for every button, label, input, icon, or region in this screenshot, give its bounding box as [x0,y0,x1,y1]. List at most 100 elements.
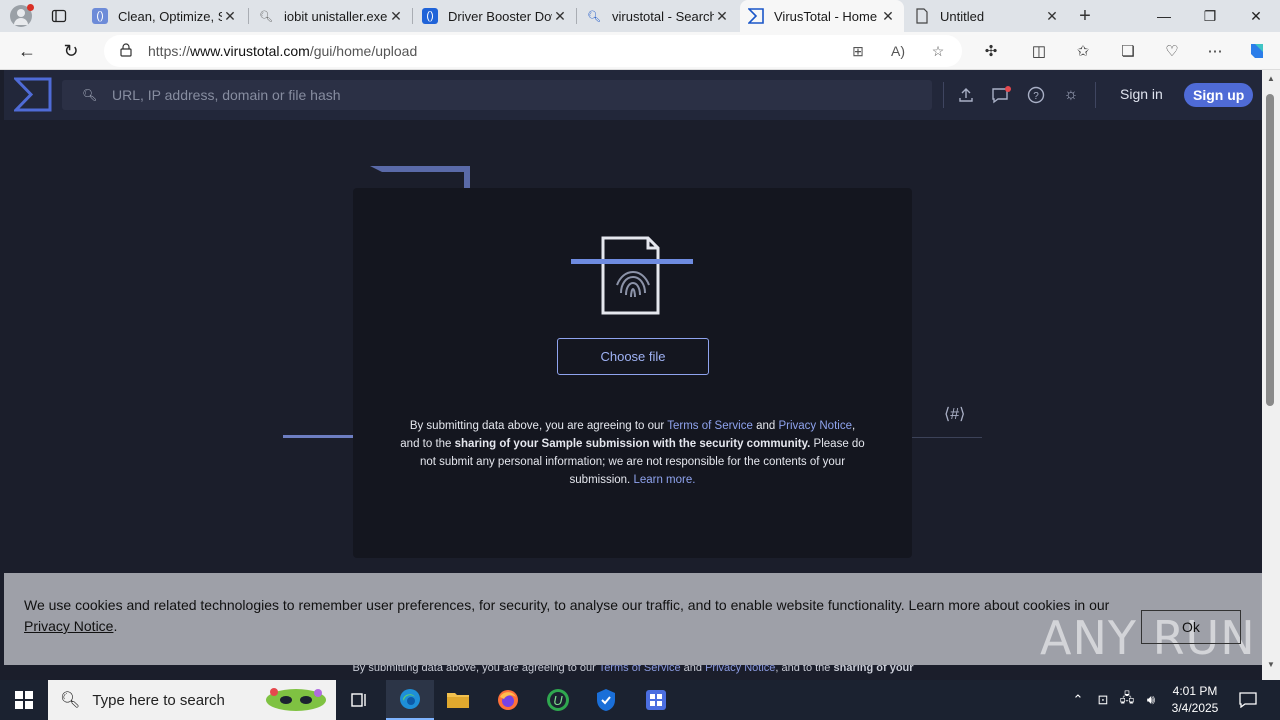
sign-up-button[interactable]: Sign up [1184,83,1254,107]
cookie-banner: We use cookies and related technologies … [4,573,1262,665]
sign-in-link[interactable]: Sign in [1120,86,1163,102]
minimize-icon[interactable]: — [1141,0,1187,32]
close-tab-icon[interactable]: ✕ [552,8,568,25]
tab-driver-booster[interactable]: () Driver Booster Dow ✕ [414,0,576,32]
refresh-icon[interactable]: ↻ [56,36,86,66]
profile-avatar[interactable] [10,4,34,27]
more-menu-icon[interactable]: ⋯ [1204,40,1226,62]
upload-icon[interactable] [955,84,977,106]
virustotal-page: 🔍︎ ? ☼ Sign in Sign up ⟨#⟩ By submitting… [4,70,1262,680]
scroll-down-arrow[interactable]: ▼ [1266,660,1276,669]
privacy-notice-link[interactable]: Privacy Notice [778,420,852,432]
search-icon: 🔍︎ [82,88,98,102]
clock-date: 3/4/2025 [1171,701,1219,715]
theme-toggle-icon[interactable]: ☼ [1060,84,1082,106]
tray-usb-icon[interactable]: ⊡ [1093,680,1113,720]
search-icon: 🔍︎ [259,10,273,23]
network-icon[interactable]: 🖧︎ [1116,680,1138,720]
code-brackets-icon: () [92,8,108,24]
learn-more-link[interactable]: Learn more. [633,474,695,486]
edge-taskbar-icon[interactable] [386,680,434,720]
terms-text: By submitting data above, you are agreei… [400,420,865,486]
api-icon: ⟨#⟩ [944,406,966,423]
app-grid-icon[interactable] [632,680,680,720]
tab-title: Untitled [940,8,985,24]
iobit-uninstaller-icon[interactable]: U [534,680,582,720]
browser-essentials-icon[interactable]: ♡ [1161,40,1183,62]
clock-time: 4:01 PM [1172,684,1218,698]
collections-icon[interactable]: ❏ [1117,40,1139,62]
app-available-icon[interactable]: ⊞ [848,41,868,61]
search-icon: 🔍︎ [60,692,81,709]
background-divider [910,437,982,438]
search-input[interactable] [112,87,892,103]
scroll-thumb[interactable] [1266,94,1274,406]
tab-title: Driver Booster Dow [448,8,552,24]
tab-virustotal-search[interactable]: 🔍︎ virustotal - Search ✕ [578,0,738,32]
extensions-icon[interactable]: ✣ [980,40,1002,62]
task-view-icon[interactable] [336,680,384,720]
close-window-icon[interactable]: ✕ [1233,0,1279,32]
choose-file-button[interactable]: Choose file [557,338,709,375]
firefox-icon[interactable] [484,680,532,720]
virustotal-logo[interactable] [14,77,52,112]
browser-tab-strip: () Clean, Optimize, Sp ✕ 🔍︎ iobit unista… [0,0,1280,32]
defender-shield-icon[interactable] [582,680,630,720]
browser-toolbar: ← ↻ https://www.virustotal.com/gui/home/… [0,32,1280,70]
taskbar-search-box[interactable]: 🔍︎ Type here to search [48,680,336,720]
split-screen-icon[interactable]: ◫ [1028,40,1050,62]
system-clock[interactable]: 4:01 PM 3/4/2025 [1160,683,1230,717]
back-icon[interactable]: ← [12,36,42,66]
tray-chevron-icon[interactable]: ⌃ [1068,680,1088,720]
help-icon[interactable]: ? [1025,84,1047,106]
chat-notification-icon[interactable] [990,84,1012,106]
address-bar[interactable]: https://www.virustotal.com/gui/home/uplo… [104,35,962,67]
code-brackets-icon: () [422,8,438,24]
search-highlight-icon [262,684,330,716]
tab-clean-optimize[interactable]: () Clean, Optimize, Sp ✕ [84,0,246,32]
tab-iobit-search[interactable]: 🔍︎ iobit unistaller.exe ✕ [250,0,412,32]
tab-title: iobit unistaller.exe [284,8,388,24]
windows-start-icon[interactable] [0,680,48,720]
tab-virustotal-home[interactable]: VirusTotal - Home ✕ [740,0,904,32]
page-scrollbar[interactable]: ▲ ▼ [1262,70,1280,680]
file-fingerprint-icon [571,236,693,315]
windows-taskbar: 🔍︎ Type here to search U ⌃ ⊡ 🖧︎ 🔊︎ 4:01 … [0,680,1280,720]
cookie-privacy-link[interactable]: Privacy Notice [24,618,113,634]
page-icon [914,8,930,24]
tab-actions-icon[interactable] [48,5,70,27]
taskbar-search-text: Type here to search [92,691,225,709]
tab-title: virustotal - Search [612,8,714,24]
scroll-up-arrow[interactable]: ▲ [1266,74,1276,83]
volume-icon[interactable]: 🔊︎ [1140,680,1162,720]
tab-title: VirusTotal - Home [774,8,878,24]
close-tab-icon[interactable]: ✕ [222,8,238,25]
tab-untitled[interactable]: Untitled ✕ [906,0,1068,32]
svg-text:?: ? [1033,91,1039,102]
vt-search-bar[interactable]: 🔍︎ [62,80,932,110]
new-tab-icon[interactable]: + [1074,5,1096,27]
favorites-icon[interactable]: ✩ [1072,40,1094,62]
close-tab-icon[interactable]: ✕ [388,8,404,25]
favorite-star-icon[interactable]: ☆ [928,41,948,61]
url-text[interactable]: https://www.virustotal.com/gui/home/uplo… [148,43,417,59]
cookie-text: We use cookies and related technologies … [24,597,1110,634]
vt-header: 🔍︎ ? ☼ Sign in Sign up [4,70,1262,120]
copilot-icon[interactable] [1246,40,1268,62]
cookie-ok-button[interactable]: Ok [1141,610,1241,644]
close-tab-icon[interactable]: ✕ [714,8,730,25]
close-tab-icon[interactable]: ✕ [880,8,896,25]
background-tab-underline [283,435,355,438]
tab-title: Clean, Optimize, Sp [118,8,222,24]
upload-modal: Choose file By submitting data above, yo… [353,188,912,558]
restore-icon[interactable]: ❐ [1187,0,1233,32]
search-icon: 🔍︎ [587,10,601,23]
notifications-icon[interactable] [1236,680,1260,720]
file-explorer-icon[interactable] [434,680,482,720]
terms-of-service-link[interactable]: Terms of Service [667,420,753,432]
virustotal-icon [748,8,764,24]
read-aloud-icon[interactable]: A) [888,41,908,61]
close-tab-icon[interactable]: ✕ [1044,8,1060,25]
svg-text:U: U [553,693,563,708]
lock-icon[interactable] [120,42,134,60]
